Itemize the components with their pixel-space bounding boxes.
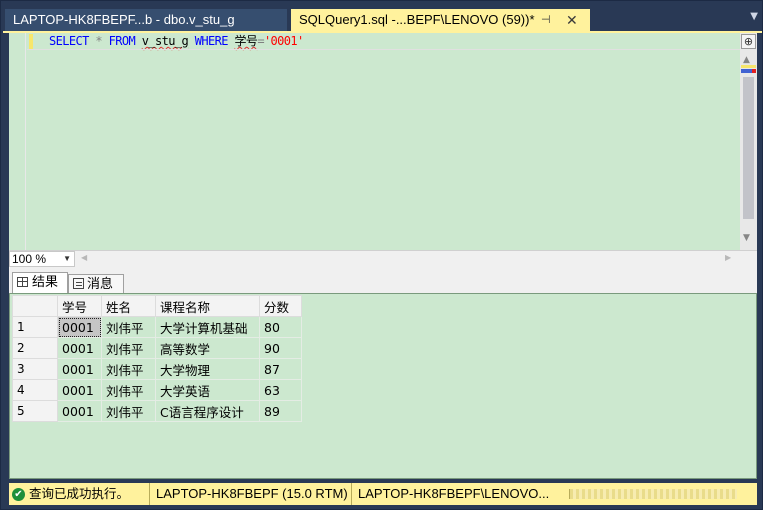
- row-number[interactable]: 2: [12, 337, 58, 359]
- current-line-highlight: [27, 49, 741, 50]
- sql-keyword: SELECT: [49, 34, 89, 48]
- column-header[interactable]: 分数: [259, 295, 302, 317]
- table-row: 2 0001 刘伟平 高等数学 90: [12, 337, 302, 359]
- table-row: 3 0001 刘伟平 大学物理 87: [12, 358, 302, 380]
- results-table[interactable]: 学号 姓名 课程名称 分数 1 0001 刘伟平 大学计算机基础 80 2 00…: [12, 295, 302, 422]
- table-cell[interactable]: 刘伟平: [101, 316, 156, 338]
- table-cell[interactable]: 89: [259, 400, 302, 422]
- tab-messages-label: 消息: [87, 277, 114, 292]
- scroll-left-icon[interactable]: ◀: [81, 253, 87, 262]
- sql-operator: *: [95, 34, 102, 48]
- grid-icon: [17, 277, 28, 287]
- table-cell[interactable]: 90: [259, 337, 302, 359]
- scroll-map-error: [752, 69, 756, 73]
- sql-keyword: FROM: [108, 34, 136, 48]
- status-server: LAPTOP-HK8FBEPF (15.0 RTM): [149, 483, 348, 505]
- row-number[interactable]: 1: [12, 316, 58, 338]
- table-row: 1 0001 刘伟平 大学计算机基础 80: [12, 316, 302, 338]
- tab-label: LAPTOP-HK8FBEPF...b - dbo.v_stu_g: [13, 12, 235, 27]
- table-cell[interactable]: 高等数学: [155, 337, 260, 359]
- line-gutter: [9, 33, 26, 250]
- table-cell[interactable]: 刘伟平: [101, 379, 156, 401]
- table-cell[interactable]: 0001: [57, 316, 102, 338]
- table-cell[interactable]: 0001: [57, 358, 102, 380]
- tab-results[interactable]: 结果: [12, 272, 68, 293]
- result-tabs: 结果 消息: [9, 267, 757, 293]
- tab-sql-query[interactable]: SQLQuery1.sql -...BEPF\LENOVO (59))* ⊣ ✕: [291, 9, 590, 31]
- header-row: 学号 姓名 课程名称 分数: [12, 295, 302, 317]
- sql-operator: =: [257, 34, 264, 48]
- ssms-window: LAPTOP-HK8FBEPF...b - dbo.v_stu_g SQLQue…: [0, 0, 763, 510]
- table-row: 5 0001 刘伟平 C语言程序设计 89: [12, 400, 302, 422]
- pin-icon[interactable]: ⊣: [541, 9, 551, 31]
- query-editor[interactable]: SELECT * FROM v_stu_g WHERE 学号='0001' ⊕ …: [9, 33, 757, 250]
- zoom-value: 100 %: [12, 252, 47, 266]
- results-grid-pane[interactable]: 学号 姓名 课程名称 分数 1 0001 刘伟平 大学计算机基础 80 2 00…: [9, 293, 757, 479]
- row-number[interactable]: 3: [12, 358, 58, 380]
- scroll-down-icon[interactable]: ▼: [743, 233, 750, 243]
- tab-label: SQLQuery1.sql -...BEPF\LENOVO (59))*: [299, 12, 535, 27]
- scroll-up-icon[interactable]: ▲: [743, 55, 750, 65]
- scrollbar-thumb[interactable]: [743, 77, 754, 219]
- close-icon[interactable]: ✕: [566, 9, 578, 31]
- table-cell[interactable]: 87: [259, 358, 302, 380]
- table-cell[interactable]: 0001: [57, 379, 102, 401]
- table-cell[interactable]: 刘伟平: [101, 358, 156, 380]
- tab-results-label: 结果: [32, 275, 59, 290]
- table-cell[interactable]: 0001: [57, 337, 102, 359]
- row-number[interactable]: 5: [12, 400, 58, 422]
- table-cell[interactable]: 大学英语: [155, 379, 260, 401]
- message-icon: [73, 278, 84, 289]
- scroll-right-icon[interactable]: ▶: [725, 253, 731, 262]
- query-status-bar: ✔ 查询已成功执行。 LAPTOP-HK8FBEPF (15.0 RTM) LA…: [9, 483, 757, 505]
- sql-identifier: v_stu_g: [141, 34, 189, 48]
- table-cell[interactable]: 刘伟平: [101, 400, 156, 422]
- table-row: 4 0001 刘伟平 大学英语 63: [12, 379, 302, 401]
- table-cell[interactable]: 0001: [57, 400, 102, 422]
- scroll-map-change: [741, 65, 756, 68]
- sql-identifier: 学号: [234, 34, 258, 48]
- editor-zoom-bar: 100 % ▼ ◀ ▶: [9, 250, 757, 267]
- document-tab-bar: LAPTOP-HK8FBEPF...b - dbo.v_stu_g SQLQue…: [3, 9, 762, 31]
- sql-string: '0001': [263, 34, 304, 48]
- row-number-header[interactable]: [12, 295, 58, 317]
- status-message: 查询已成功执行。: [29, 486, 130, 501]
- table-cell[interactable]: C语言程序设计: [155, 400, 260, 422]
- tab-view-design[interactable]: LAPTOP-HK8FBEPF...b - dbo.v_stu_g: [5, 9, 287, 31]
- sql-keyword: WHERE: [194, 34, 229, 48]
- column-header[interactable]: 姓名: [101, 295, 156, 317]
- status-redacted-info: [569, 489, 737, 499]
- zoom-select[interactable]: 100 % ▼: [9, 251, 75, 267]
- table-cell[interactable]: 大学物理: [155, 358, 260, 380]
- table-cell[interactable]: 刘伟平: [101, 337, 156, 359]
- chevron-down-icon: ▼: [63, 254, 71, 263]
- column-header[interactable]: 学号: [57, 295, 102, 317]
- row-number[interactable]: 4: [12, 379, 58, 401]
- status-connection: LAPTOP-HK8FBEPF\LENOVO...: [351, 483, 549, 505]
- editor-vertical-scrollbar[interactable]: ⊕ ▲ ▼: [740, 33, 757, 250]
- table-cell[interactable]: 80: [259, 316, 302, 338]
- check-circle-icon: ✔: [12, 488, 25, 501]
- table-cell[interactable]: 大学计算机基础: [155, 316, 260, 338]
- tab-dropdown-icon[interactable]: ▼: [750, 11, 758, 22]
- column-header[interactable]: 课程名称: [155, 295, 260, 317]
- sql-code-line[interactable]: SELECT * FROM v_stu_g WHERE 学号='0001': [49, 33, 304, 49]
- table-cell[interactable]: 63: [259, 379, 302, 401]
- split-view-icon[interactable]: ⊕: [741, 34, 756, 49]
- tab-messages[interactable]: 消息: [68, 274, 124, 293]
- change-marker: [29, 34, 33, 49]
